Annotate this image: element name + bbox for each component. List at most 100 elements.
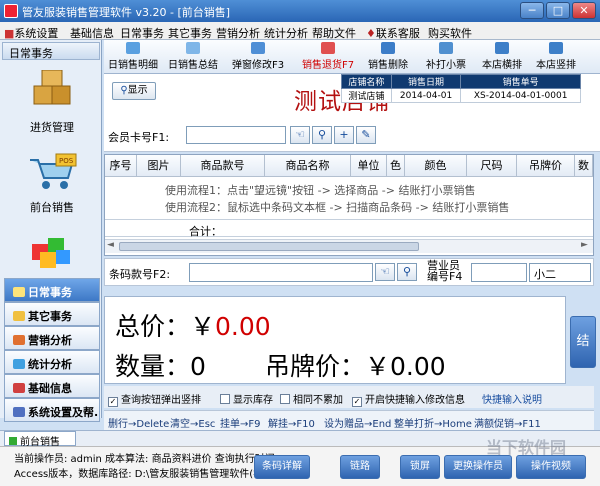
salesperson-label: 营业员 编号F4 [427, 259, 463, 283]
col-header-image[interactable]: 图片 [137, 155, 181, 177]
col-header-qty[interactable]: 数 [575, 155, 593, 177]
barcode-search-button[interactable]: ⚲ [397, 263, 417, 281]
plus-icon: + [339, 128, 349, 141]
svg-text:POS: POS [59, 157, 74, 165]
barcode-row: 条码款号F2: ☜ ⚲ 营业员 编号F4 小二 [104, 258, 594, 286]
return-icon [321, 42, 336, 54]
layout-vertical-icon [549, 42, 563, 54]
minimize-button[interactable]: ─ [520, 2, 544, 19]
col-header-color-code[interactable]: 色 [387, 155, 405, 177]
sales-delete-button[interactable]: 销售删除 [368, 42, 408, 72]
menu-statistics[interactable]: 统计分析 [264, 25, 308, 41]
menu-contact-support[interactable]: ♦联系客服 [366, 25, 420, 41]
barcode-hand-button[interactable]: ☜ [375, 263, 395, 281]
settings-icon: ■ [4, 27, 15, 40]
show-stock-checkbox[interactable]: 显示库存 [220, 391, 273, 406]
sum-label: 合计： [189, 225, 222, 238]
checkbox-box[interactable] [280, 394, 290, 404]
sidebar-tab-statistics[interactable]: 统计分析 [4, 350, 100, 374]
lock-screen-button[interactable]: 锁屏 [400, 455, 440, 479]
close-button[interactable]: ✕ [572, 2, 596, 19]
app-icon [4, 4, 18, 18]
quick-input-checkbox[interactable]: ✓ 开启快捷输入修改信息 [352, 391, 465, 407]
sidebar-tab-other-affairs[interactable]: 其它事务 [4, 302, 100, 326]
col-header-name[interactable]: 商品名称 [265, 155, 351, 177]
checkout-button[interactable]: 结 [570, 316, 596, 368]
member-card-input[interactable] [186, 126, 286, 144]
menu-basic-info[interactable]: 基础信息 [70, 25, 114, 41]
show-button[interactable]: ⚲显示 [112, 82, 156, 100]
maximize-button[interactable]: □ [546, 2, 570, 19]
popup-vertical-checkbox[interactable]: ✓ 查询按钮弹出竖排 [108, 391, 201, 407]
sales-return-button[interactable]: 销售退货F7 [302, 42, 354, 72]
menu-other-affairs[interactable]: 其它事务 [168, 25, 212, 41]
scroll-right-icon[interactable]: ► [581, 240, 588, 250]
menu-help-files[interactable]: 帮助文件 [312, 25, 356, 41]
daily-sales-detail-button[interactable]: 日销售明细 [108, 42, 158, 72]
nav-tile-purchase[interactable]: 进货管理 [10, 69, 94, 135]
daily-sales-summary-button[interactable]: 日销售总结 [168, 42, 218, 72]
salesperson-name-field[interactable]: 小二 [529, 263, 591, 282]
product-grid[interactable]: 序号 图片 商品款号 商品名称 单位 色 颜色 尺码 吊牌价 数 使用流程1：点… [104, 154, 594, 256]
barcode-help-button[interactable]: 条码详解 [254, 455, 310, 479]
quick-input-help-link[interactable]: 快捷输入说明 [482, 391, 542, 406]
sidebar-tab-system-help[interactable]: 系统设置及帮... [4, 398, 100, 422]
no-accumulate-checkbox[interactable]: 相同不累加 [280, 391, 343, 406]
settings-icon [13, 407, 25, 417]
checkbox-box[interactable]: ✓ [352, 397, 362, 407]
folder-icon [13, 311, 25, 321]
usage-hint-1: 使用流程1：点击"望远镜"按钮 -> 选择商品 -> 结账打小票销售 [165, 184, 476, 197]
tag-price-total: 吊牌价：￥0.00 [265, 352, 446, 381]
popup-edit-button[interactable]: 弹窗修改F3 [232, 42, 284, 72]
scroll-left-icon[interactable]: ◄ [107, 240, 114, 250]
sidebar-tab-marketing[interactable]: 营销分析 [4, 326, 100, 350]
checkbox-box[interactable]: ✓ [108, 397, 118, 407]
shortcut-discount: 整单打折→Home [394, 419, 472, 430]
sidebar-tab-basic-info[interactable]: 基础信息 [4, 374, 100, 398]
salesperson-code-input[interactable] [471, 263, 527, 282]
menu-buy-software[interactable]: 购买软件 [428, 25, 472, 41]
tutorial-video-button[interactable]: 操作视频 [516, 455, 586, 479]
edit-member-button[interactable]: ✎ [356, 126, 376, 144]
reprint-receipt-button[interactable]: 补打小票 [426, 42, 466, 72]
total-price: 总价：￥0.00 [115, 312, 271, 341]
menu-marketing-analysis[interactable]: 营销分析 [216, 25, 260, 41]
menu-system-settings[interactable]: ■系统设置 [4, 25, 58, 41]
sidebar-tab-daily-affairs[interactable]: 日常事务 [4, 278, 100, 302]
scroll-thumb[interactable] [119, 242, 419, 251]
horizontal-scrollbar[interactable]: ◄ ► [105, 239, 593, 253]
col-header-size[interactable]: 尺码 [467, 155, 517, 177]
order-date: 2014-04-01 [390, 88, 462, 103]
title-bar: 管友服装销售管理软件 v3.20 - [前台销售] ─ □ ✕ [0, 0, 600, 22]
col-header-tag-price[interactable]: 吊牌价 [517, 155, 575, 177]
nav-tile-front-sales[interactable]: POS 前台销售 [10, 152, 94, 215]
window-title: 管友服装销售管理软件 v3.20 - [前台销售] [22, 6, 231, 19]
member-search-button[interactable]: ⚲ [312, 126, 332, 144]
menu-daily-affairs[interactable]: 日常事务 [120, 25, 164, 41]
add-member-button[interactable]: + [334, 126, 354, 144]
status-operator-info: 当前操作员: admin 成本算法: 商品资料进价 查询执行时间: [14, 454, 279, 465]
chart-icon [13, 335, 25, 345]
usage-hint-2: 使用流程2：鼠标选中条码文本框 -> 扫描商品条码 -> 结账打小票销售 [165, 201, 510, 214]
barcode-input[interactable] [189, 263, 373, 282]
col-header-sku[interactable]: 商品款号 [181, 155, 265, 177]
tab-front-sales[interactable]: 前台销售 [4, 431, 76, 448]
link-button[interactable]: 链路 [340, 455, 380, 479]
col-header-seq[interactable]: 序号 [105, 155, 137, 177]
col-header-color[interactable]: 颜色 [405, 155, 467, 177]
hand-icon: ☜ [380, 265, 390, 278]
col-header-unit[interactable]: 单位 [351, 155, 387, 177]
binoculars-icon: ⚲ [120, 85, 128, 96]
nav-tile-more[interactable] [10, 230, 94, 273]
shortcut-gift: 设为赠品→End [324, 419, 392, 430]
checkbox-box[interactable] [220, 394, 230, 404]
store-vertical-button[interactable]: 本店竖排 [536, 42, 576, 72]
shortcut-unhold: 解挂→F10 [268, 419, 315, 430]
hand-pick-button[interactable]: ☜ [290, 126, 310, 144]
menu-bar: ■系统设置 基础信息 日常事务 其它事务 营销分析 统计分析 帮助文件 ♦联系客… [0, 22, 600, 40]
options-row: ✓ 查询按钮弹出竖排 显示库存 相同不累加 ✓ 开启快捷输入修改信息 快捷输入说明 [104, 386, 594, 408]
change-operator-button[interactable]: 更换操作员 [444, 455, 512, 479]
binoculars-icon: ⚲ [402, 265, 412, 278]
edit-icon: ✎ [361, 128, 371, 141]
store-horizontal-button[interactable]: 本店横排 [482, 42, 522, 72]
